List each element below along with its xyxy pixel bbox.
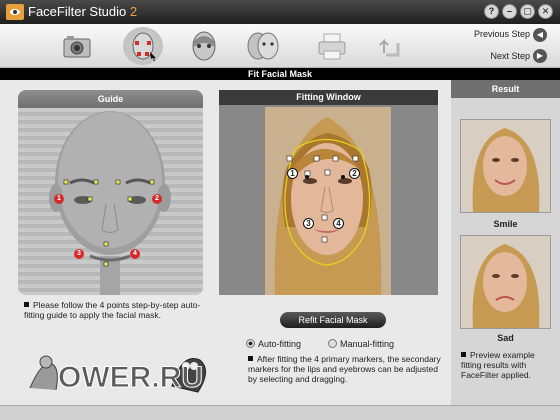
radio-selected-icon	[246, 339, 255, 348]
close-button[interactable]: ✕	[538, 4, 553, 19]
fitting-marker-2[interactable]: 2	[349, 168, 360, 179]
sad-preview-thumbnail[interactable]	[460, 235, 551, 329]
bullet-icon	[248, 356, 253, 361]
sad-label: Sad	[497, 333, 514, 343]
help-button[interactable]: ?	[484, 4, 499, 19]
fitting-window-title: Fitting Window	[219, 90, 438, 105]
smile-label: Smile	[493, 219, 518, 229]
restore-button[interactable]: ▢	[520, 4, 535, 19]
minimize-button[interactable]: –	[502, 4, 517, 19]
fitting-marker-3[interactable]: 3	[303, 218, 314, 229]
app-title: FaceFilter Studio 2	[28, 4, 138, 19]
status-bar	[0, 405, 560, 420]
guide-marker-2: 2	[152, 194, 162, 204]
title-bar: FaceFilter Studio 2 ? – ▢ ✕	[0, 0, 560, 24]
guide-note: Please follow the 4 points step-by-step …	[24, 300, 201, 320]
guide-face-illustration	[49, 111, 171, 295]
bullet-icon	[461, 352, 466, 357]
section-title: Fit Facial Mask	[0, 68, 560, 80]
fitting-marker-1[interactable]: 1	[287, 168, 298, 179]
guide-marker-1: 1	[54, 194, 64, 204]
app-logo-icon	[6, 4, 24, 20]
guide-title: Guide	[18, 90, 203, 108]
guide-marker-3: 3	[74, 249, 84, 259]
face-markers-icon[interactable]	[123, 27, 163, 65]
previous-step-link[interactable]: Previous Step	[474, 29, 530, 39]
fitting-marker-4[interactable]: 4	[333, 218, 344, 229]
result-note: Preview example fitting results with Fac…	[461, 350, 535, 380]
printer-icon[interactable]	[312, 27, 352, 65]
face-filter-icon[interactable]	[243, 27, 283, 65]
auto-fitting-radio[interactable]: Auto-fitting	[246, 339, 301, 349]
bullet-icon	[24, 302, 29, 307]
share-icon[interactable]	[370, 27, 410, 65]
next-step-button[interactable]: ▶	[533, 49, 547, 63]
fitting-note: After fitting the 4 primary markers, the…	[248, 354, 441, 384]
face-mask-icon[interactable]	[184, 27, 224, 65]
smile-preview-thumbnail[interactable]	[460, 119, 551, 213]
next-step-link[interactable]: Next Step	[490, 51, 530, 61]
toolbar: Previous Step ◀ Next Step ▶	[0, 24, 560, 68]
guide-body: 1 2 3 4	[18, 108, 203, 295]
result-panel: Result Smile Sad Preview example fitting…	[451, 80, 560, 405]
manual-fitting-radio[interactable]: Manual-fitting	[328, 339, 394, 349]
fitting-photo[interactable]	[265, 107, 391, 295]
guide-marker-4: 4	[130, 249, 140, 259]
watermark-text: OWER.RU	[58, 361, 203, 394]
fitting-window: Fitting Window 1 2 3 4	[219, 90, 438, 295]
radio-unselected-icon	[328, 339, 337, 348]
camera-icon[interactable]	[56, 27, 96, 65]
watermark-logo: OWER.RU	[29, 355, 206, 395]
previous-step-button[interactable]: ◀	[533, 28, 547, 42]
refit-facial-mask-button[interactable]: Refit Facial Mask	[280, 312, 386, 328]
guide-panel: Guide 1 2 3 4	[18, 90, 203, 295]
result-title: Result	[451, 80, 560, 98]
